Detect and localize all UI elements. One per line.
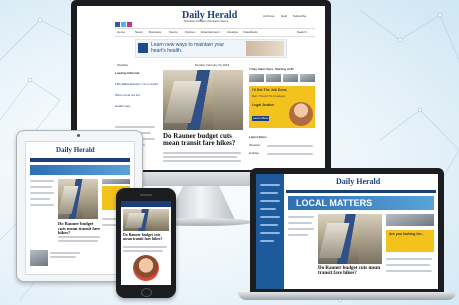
ad-headline: Learn new ways to maintain your heart's … xyxy=(151,42,225,54)
nav-item-lifestyle[interactable]: Lifestyle xyxy=(227,31,238,34)
nav-item-business[interactable]: Business xyxy=(149,31,161,34)
latest-news-heading: Latest News xyxy=(249,135,267,139)
phone-speaker xyxy=(140,194,152,196)
nav-item-search[interactable]: Search xyxy=(297,31,307,34)
top-link-subscribe[interactable]: Subscribe xyxy=(293,15,306,18)
phone-person-photo xyxy=(133,255,159,281)
tablet-logo[interactable]: Daily Herald xyxy=(56,146,95,154)
left-headline[interactable]: Health care xyxy=(115,105,160,108)
tablet-camera xyxy=(77,134,80,137)
site-tagline: Suburban Chicago's Information Source xyxy=(184,20,229,23)
nav-item-news[interactable]: News xyxy=(135,31,143,34)
lawyer-photo xyxy=(289,102,313,126)
lawyer-ad-button[interactable]: Learn More xyxy=(252,116,270,121)
left-headlines: Leading Editorial Fifth-Ballot Election … xyxy=(115,72,160,108)
phone-story-photo[interactable] xyxy=(123,209,169,231)
laptop-side-ad-text: Are you looking for... xyxy=(389,232,424,236)
laptop-device: Daily Herald LOCAL MATTERS Do Rauner bud… xyxy=(238,168,456,302)
laptop-screen: Daily Herald LOCAL MATTERS Do Rauner bud… xyxy=(256,174,438,289)
nav-item-opinion[interactable]: Opinion xyxy=(185,31,195,34)
main-story-photo[interactable] xyxy=(163,70,243,130)
laptop-side-ad[interactable]: Are you looking for... xyxy=(386,230,434,252)
latest-news-item[interactable]: Weather xyxy=(249,144,260,147)
promo-top[interactable]: 7 Day Sales Sure, Starting at $7 xyxy=(249,68,294,71)
date-label: Monday, February 23, 2015 xyxy=(195,63,230,67)
nav-item-sports[interactable]: Sports xyxy=(169,31,178,34)
lawyer-ad-line: Legal Justice xyxy=(252,103,275,107)
main-headline[interactable]: Do Rauner budget cuts mean transit fare … xyxy=(163,132,245,148)
ad-logo-badge xyxy=(138,43,148,53)
main-nav: Home News Business Sports Opinion Entert… xyxy=(115,28,315,37)
left-headline[interactable]: Wins round out list xyxy=(115,94,160,97)
phone-device: Do Rauner budget cuts mean transit fare … xyxy=(116,188,176,298)
laptop-logo[interactable]: Daily Herald xyxy=(336,177,380,186)
laptop-sidebar xyxy=(256,174,284,289)
instagram-icon[interactable] xyxy=(127,22,132,27)
heart-health-ad[interactable]: Learn new ways to maintain your heart's … xyxy=(135,39,287,58)
top-link-help[interactable]: Help xyxy=(281,15,287,18)
laptop-headline[interactable]: Do Rauner budget cuts mean transit fare … xyxy=(318,266,382,277)
tablet-headline[interactable]: Do Rauner budget cuts mean transit fare … xyxy=(58,221,102,236)
lawyer-ad-line: I'll Get The Job Done xyxy=(252,88,287,92)
promo-thumb-row xyxy=(249,74,315,82)
phone-home-button[interactable] xyxy=(141,288,152,297)
local-matters-banner[interactable]: LOCAL MATTERS xyxy=(288,196,434,210)
twitter-icon[interactable] xyxy=(121,22,126,27)
nav-item-entertainment[interactable]: Entertainment xyxy=(201,31,220,34)
left-headline[interactable]: Leading Editorial xyxy=(115,72,160,75)
left-headline[interactable]: Fifth-Ballot Election 'not in doubt' xyxy=(115,83,160,86)
lawyer-ad-line: But I Trust It To A Lawyer xyxy=(252,94,286,98)
tablet-story-photo[interactable] xyxy=(58,179,98,219)
latest-news-item[interactable]: Holiday xyxy=(249,152,259,155)
lawyer-ad[interactable]: I'll Get The Job Done But I Trust It To … xyxy=(249,86,315,128)
ad-person-photo xyxy=(246,41,284,56)
local-matters-text: LOCAL MATTERS xyxy=(296,198,373,208)
nav-item-home[interactable]: Home xyxy=(117,31,125,34)
laptop-story-photo[interactable] xyxy=(318,214,382,264)
phone-screen: Do Rauner budget cuts mean transit fare … xyxy=(121,201,171,285)
phone-headline[interactable]: Do Rauner budget cuts mean transit fare … xyxy=(123,233,169,241)
weather-label[interactable]: Weather xyxy=(117,64,128,67)
top-link-archives[interactable]: Archives xyxy=(263,15,275,18)
facebook-icon[interactable] xyxy=(115,22,120,27)
monitor-stand xyxy=(166,180,236,222)
laptop-base xyxy=(238,292,456,300)
nav-item-classifieds[interactable]: Classifieds xyxy=(243,31,258,34)
